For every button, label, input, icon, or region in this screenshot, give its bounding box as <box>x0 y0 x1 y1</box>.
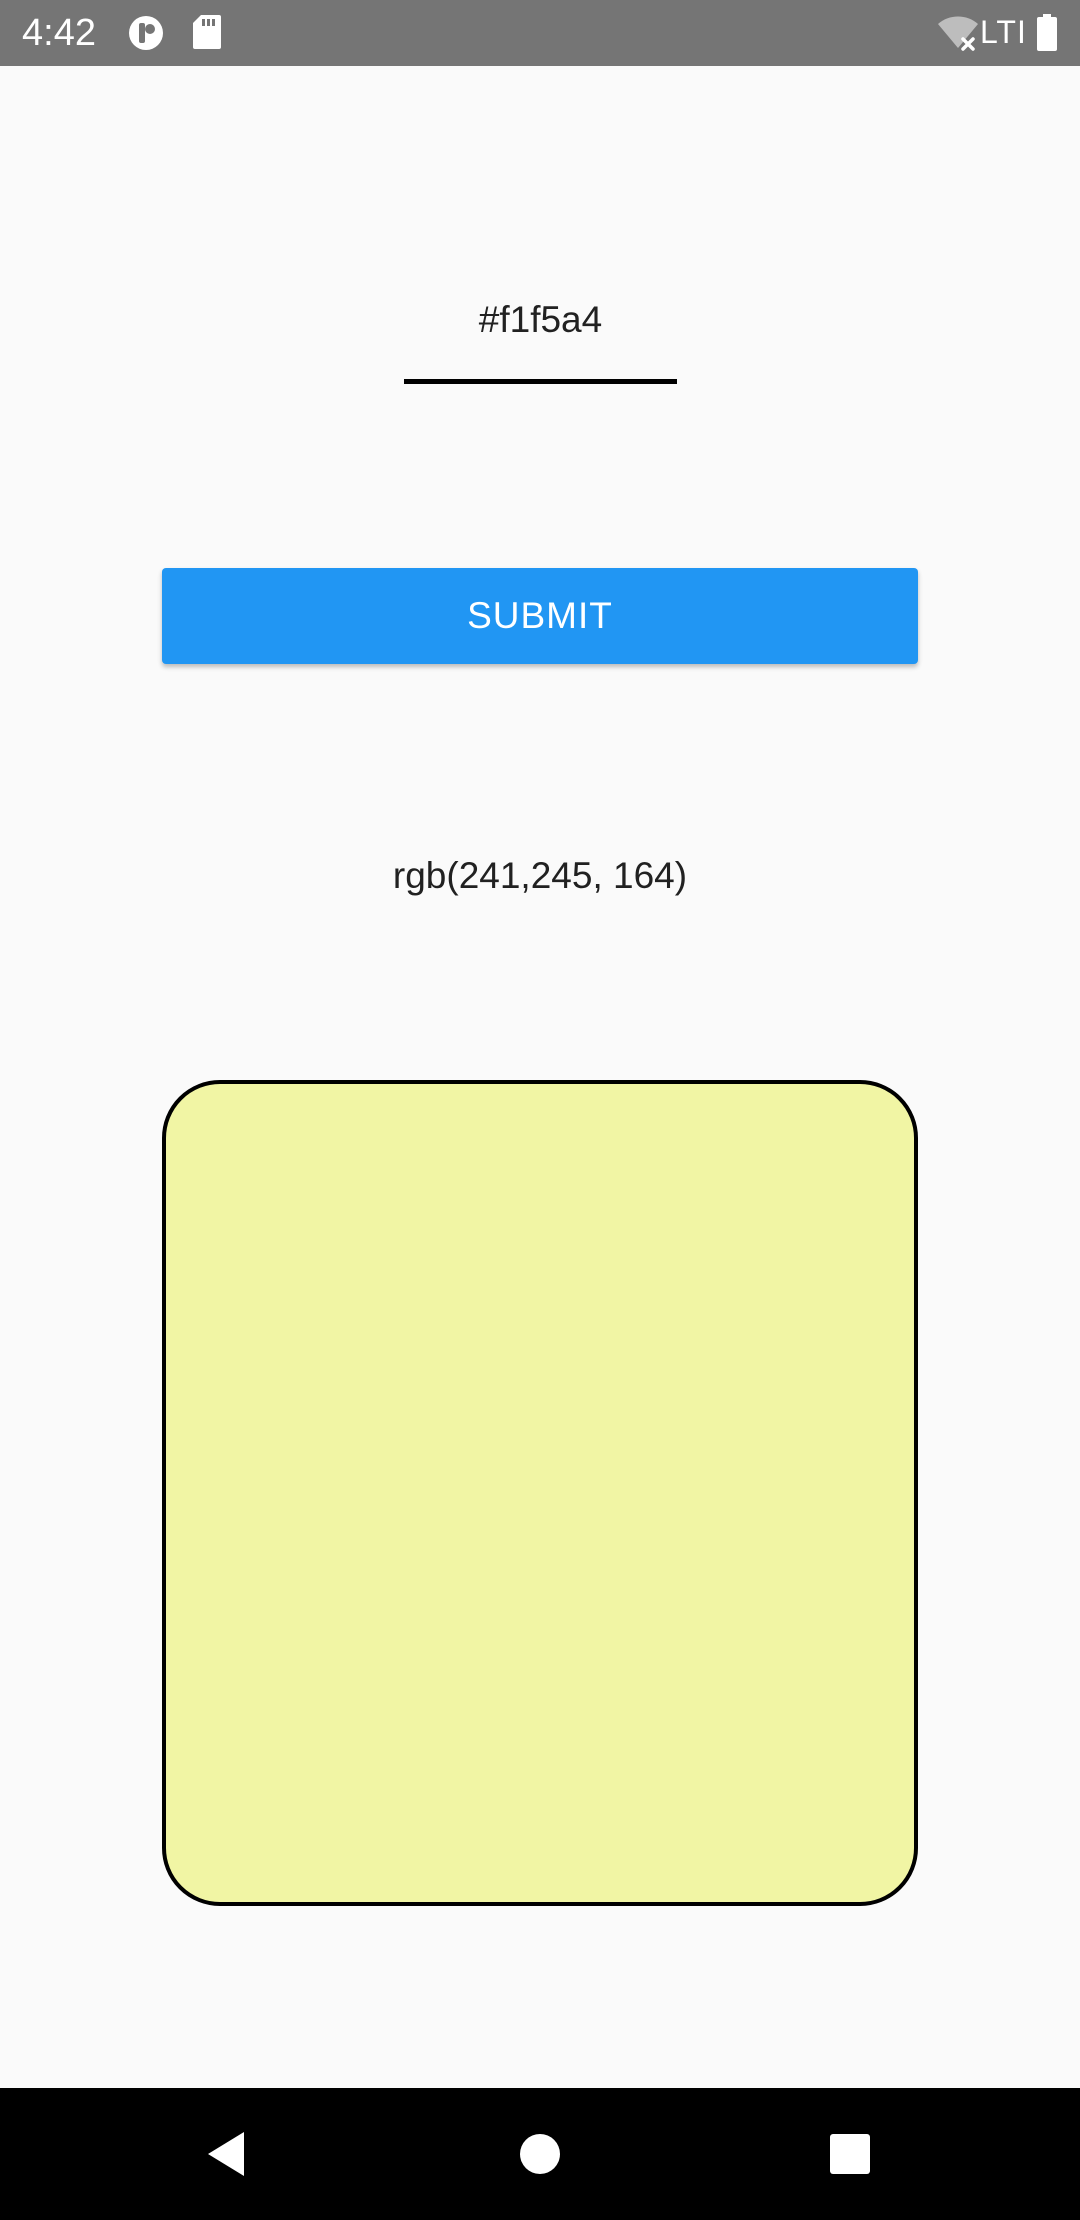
back-icon <box>208 2132 244 2176</box>
home-icon <box>520 2134 560 2174</box>
hex-input-container <box>404 280 677 386</box>
app-screen: 4:42 LTI #f1f5a4 SUBMIT rgb(241,245, 164… <box>0 0 1080 2220</box>
recents-icon <box>830 2134 870 2174</box>
hex-color-input[interactable] <box>404 280 677 360</box>
wifi-off-icon <box>936 14 980 57</box>
navigation-bar <box>0 2088 1080 2220</box>
battery-icon <box>1036 14 1058 57</box>
hex-input-underline <box>404 379 677 384</box>
app-notification-icon <box>126 14 166 57</box>
recents-button[interactable] <box>770 2088 930 2220</box>
sd-card-icon <box>192 14 222 55</box>
rgb-output-text: rgb(241,245, 164) <box>392 855 688 896</box>
status-bar: 4:42 LTI <box>0 0 1080 66</box>
home-button[interactable] <box>460 2088 620 2220</box>
status-time: 4:42 <box>22 12 96 54</box>
network-type-label: LTI <box>980 14 1027 50</box>
back-button[interactable] <box>146 2088 306 2220</box>
color-preview-swatch <box>162 1080 918 1906</box>
submit-button[interactable]: SUBMIT <box>162 568 918 664</box>
